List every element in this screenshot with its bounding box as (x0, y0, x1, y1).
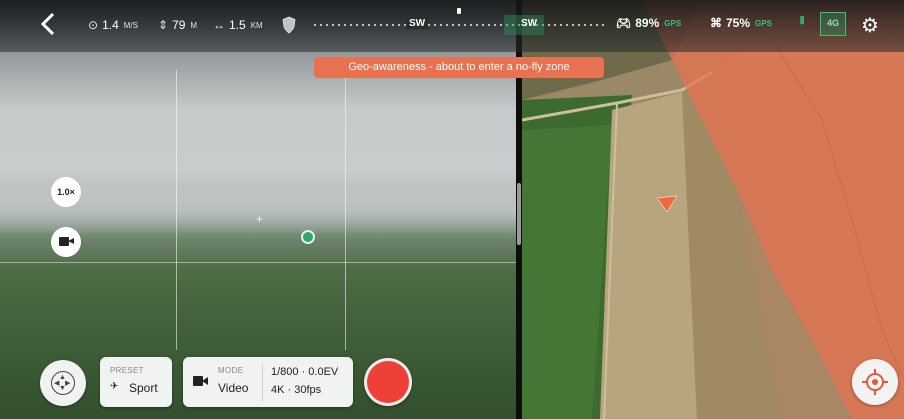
compass-heading-label: SW (406, 18, 429, 29)
speed-value: 1.4 (102, 18, 119, 32)
settings-button[interactable]: ⚙ (861, 13, 879, 38)
altitude-readout: ⇕ 79 M (158, 17, 197, 33)
zoom-button[interactable]: 1.0× (51, 177, 81, 207)
geofence-shield-icon[interactable] (282, 16, 296, 34)
grid-line (345, 70, 346, 350)
mode-value: Video (218, 381, 249, 395)
chevron-left-icon (40, 12, 55, 36)
compass-scale (314, 24, 606, 26)
heading-indicator (457, 8, 461, 14)
speed-unit: M/S (123, 20, 138, 30)
compass-bar: SW SW (314, 8, 606, 35)
geo-awareness-alert[interactable]: Geo-awareness - about to enter a no-fly … (314, 57, 604, 78)
joystick-arrow-left: ◀ (54, 380, 60, 387)
altitude-icon: ⇕ (158, 18, 169, 32)
altitude-value: 79 (172, 18, 186, 32)
controller-battery: 🎮︎ 89% GPS (616, 16, 681, 30)
preset-selector[interactable]: PRESET ✈ Sport (100, 357, 172, 407)
back-button[interactable] (38, 11, 64, 41)
speedometer-icon: ⊙ (88, 18, 99, 32)
crosshair-icon: + (256, 212, 264, 226)
joystick-button[interactable]: ▲ ▼ ◀ ▶ (40, 360, 86, 406)
controller-gps-status: GPS (664, 18, 682, 28)
top-status-bar: ⊙ 1.4 M/S ⇕ 79 M ↔ 1.5 KM SW SW 🎮︎ 89% GPS … (0, 0, 904, 52)
distance-readout: ↔ 1.5 KM (213, 17, 263, 33)
drone-icon: ⌘ (710, 16, 722, 30)
signal-icon: ⫴ (800, 16, 805, 27)
camera-switch-button[interactable] (51, 227, 81, 257)
controller-battery-value: 89% (635, 16, 660, 30)
video-camera-lens (68, 238, 74, 244)
record-button-icon (367, 361, 409, 403)
distance-icon: ↔ (213, 18, 225, 32)
drone-battery: ⌘ 75% GPS (710, 16, 772, 30)
controller-icon: 🎮︎ (616, 16, 632, 30)
flight-screen: + ⊙ 1.4 M/S ⇕ 79 M ↔ 1.5 KM SW SW 🎮︎ 89%… (0, 0, 904, 419)
mode-label: MODE (218, 366, 244, 375)
distance-unit: KM (250, 20, 263, 30)
distance-value: 1.5 (229, 18, 246, 32)
gear-icon: ⚙ (861, 15, 879, 37)
exposure-settings[interactable]: 1/800 · 0.0EV (271, 366, 338, 378)
video-camera-lens (202, 377, 208, 385)
joystick-arrow-right: ▶ (65, 380, 71, 387)
divider (262, 363, 263, 401)
speed-readout: ⊙ 1.4 M/S (88, 17, 138, 33)
record-button[interactable] (364, 358, 412, 406)
divider-handle[interactable] (517, 183, 521, 245)
resolution-settings[interactable]: 4K · 30fps (271, 384, 321, 396)
grid-line (0, 262, 516, 263)
altitude-unit: M (190, 20, 198, 30)
poi-target-icon[interactable] (301, 230, 315, 244)
drone-icon: ✈ (110, 381, 119, 392)
preset-value: Sport (129, 381, 158, 395)
locate-dot (872, 379, 878, 385)
grid-line (176, 70, 177, 350)
locate-button[interactable] (852, 359, 898, 405)
drone-battery-value: 75% (726, 16, 751, 30)
drone-heading-label: SW (521, 18, 538, 29)
drone-gps-status: GPS (755, 18, 772, 28)
mode-selector[interactable]: MODE Video 1/800 · 0.0EV 4K · 30fps (183, 357, 353, 407)
preset-label: PRESET (110, 366, 144, 375)
network-4g-badge: 4G (820, 12, 846, 36)
